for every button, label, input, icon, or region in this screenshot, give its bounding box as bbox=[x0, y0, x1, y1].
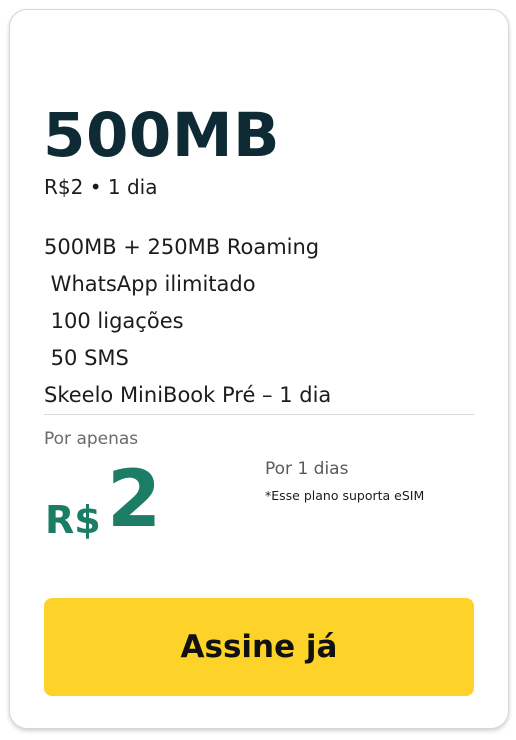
price-prefix: Por apenas bbox=[44, 429, 139, 449]
plan-title: 500MB bbox=[43, 100, 281, 171]
feature-list: 500MB + 250MB Roaming WhatsApp ilimitado… bbox=[44, 229, 331, 414]
feature-item-whatsapp: WhatsApp ilimitado bbox=[44, 272, 256, 296]
feature-item-data: 500MB + 250MB Roaming bbox=[44, 235, 320, 259]
plan-subtitle: R$2 • 1 dia bbox=[44, 175, 158, 199]
feature-item-sms: 50 SMS bbox=[44, 346, 129, 370]
price-period: Por 1 dias bbox=[265, 459, 349, 479]
price-currency: R$ bbox=[45, 498, 101, 542]
price-amount: 2 bbox=[107, 455, 162, 545]
feature-item-skeelo: Skeelo MiniBook Pré – 1 dia bbox=[44, 383, 332, 407]
esim-note: *Esse plano suporta eSIM bbox=[265, 488, 425, 503]
subscribe-button[interactable]: Assine já bbox=[44, 598, 474, 696]
feature-item-calls: 100 ligações bbox=[44, 309, 184, 333]
plan-card: 500MB R$2 • 1 dia 500MB + 250MB Roaming … bbox=[9, 9, 509, 729]
divider bbox=[44, 414, 474, 415]
